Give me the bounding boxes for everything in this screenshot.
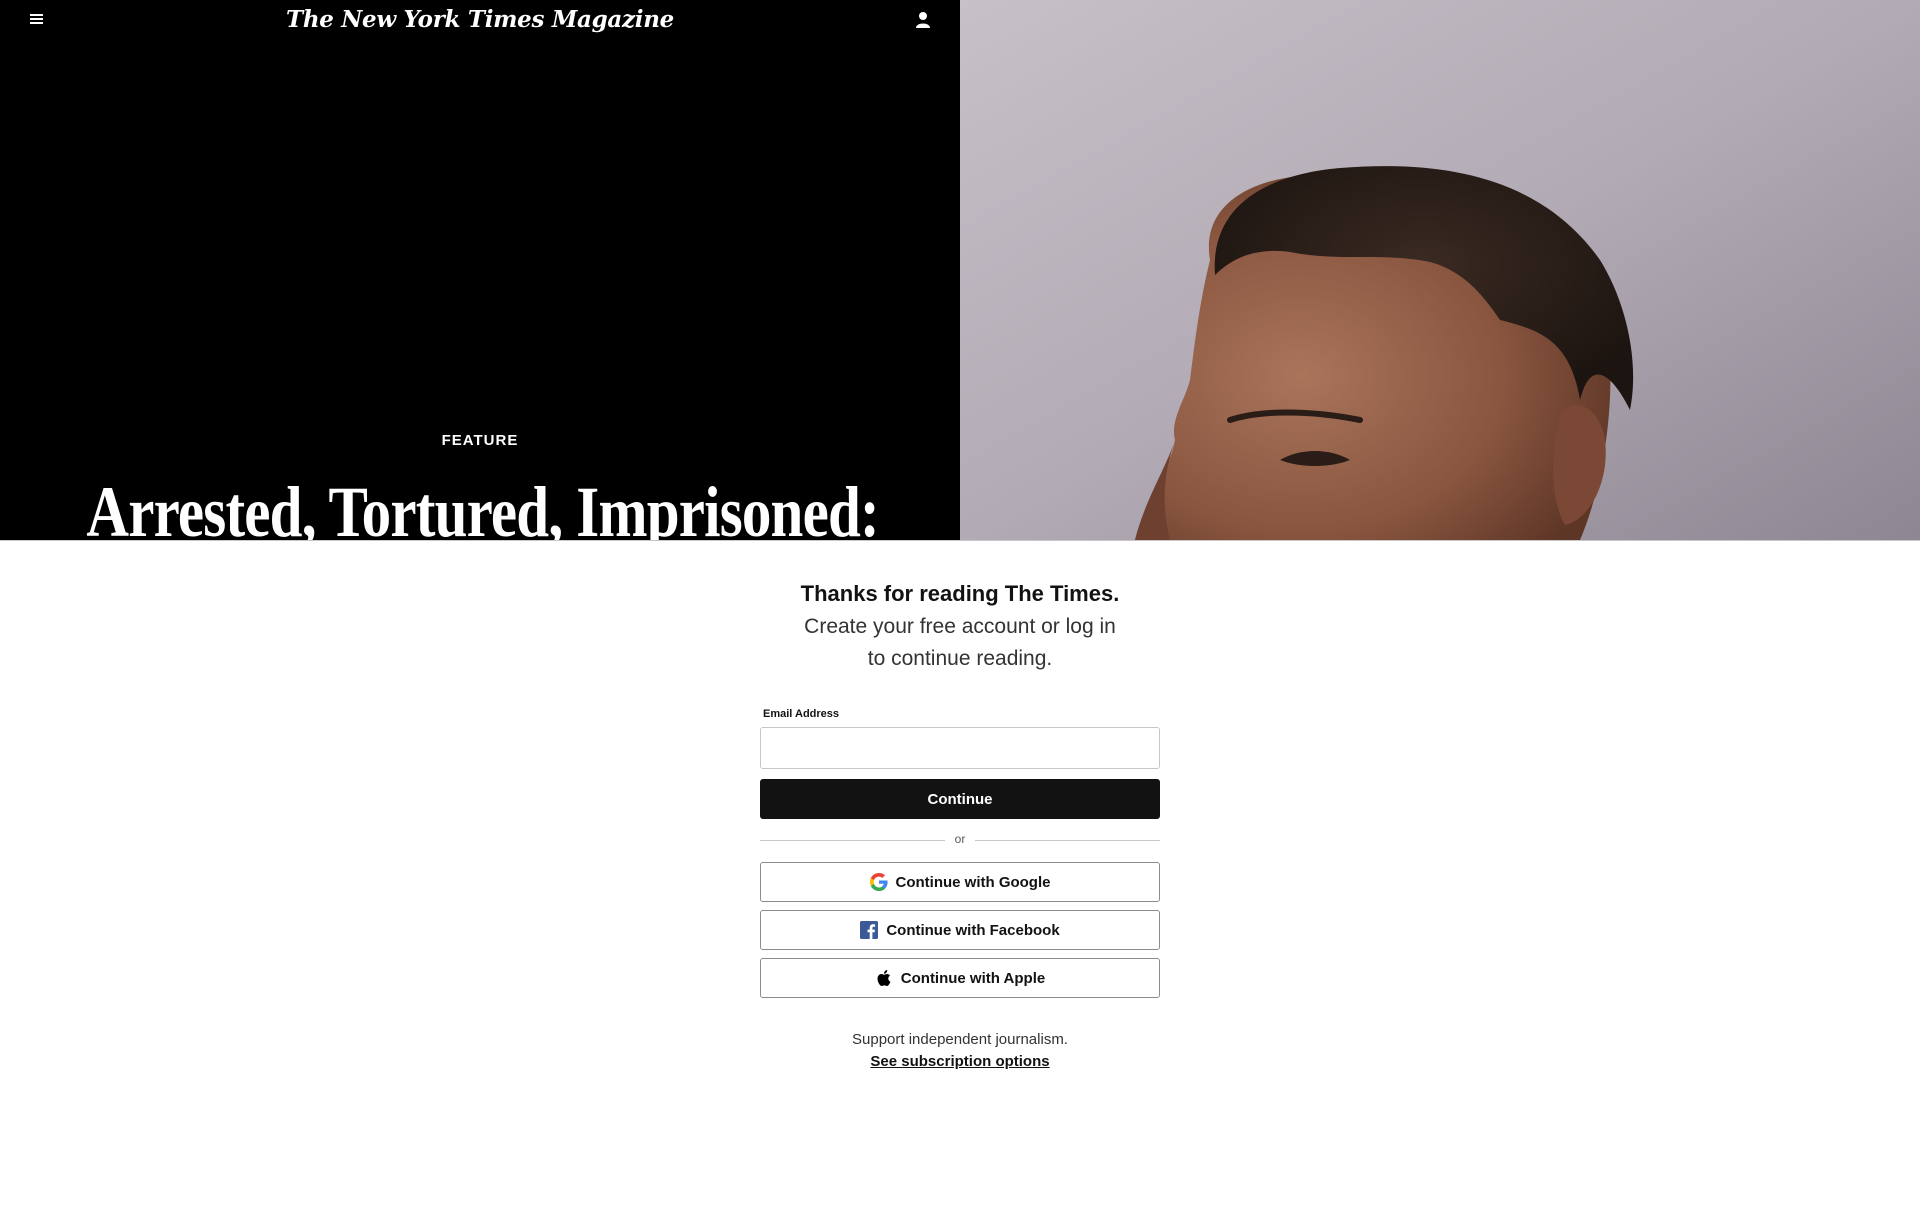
continue-with-facebook-button[interactable]: Continue with Facebook (760, 910, 1160, 950)
email-field[interactable] (760, 727, 1160, 769)
email-label: Email Address (763, 708, 840, 720)
gate-title: Thanks for reading The Times. (800, 581, 1120, 606)
registration-wall: Thanks for reading The Times. Create you… (0, 540, 1920, 1212)
continue-with-apple-button[interactable]: Continue with Apple (760, 958, 1160, 998)
google-icon (869, 873, 888, 891)
article-headline: Arrested, Tortured, Imprisoned: (86, 472, 879, 540)
continue-with-google-button[interactable]: Continue with Google (760, 862, 1160, 902)
subscription-options-link[interactable]: See subscription options (760, 1053, 1160, 1070)
gate-subtitle: Create your free account or log in to co… (804, 615, 1116, 670)
support-journalism-text: Support independent journalism. (852, 1031, 1068, 1048)
top-navigation-bar: The New York Times Magazine (0, 0, 960, 40)
divider-line-right (975, 840, 1160, 841)
article-kicker: FEATURE (441, 432, 519, 449)
user-account-icon[interactable] (914, 10, 932, 30)
facebook-icon (860, 921, 879, 939)
apple-icon (877, 970, 891, 986)
or-divider: or (760, 830, 1160, 850)
hero-text-panel: The New York Times Magazine FEATURE Arre… (0, 0, 960, 540)
or-label: or (954, 832, 966, 846)
google-button-label: Continue with Google (895, 873, 1051, 891)
apple-button-label: Continue with Apple (900, 969, 1046, 987)
masthead-logo[interactable]: The New York Times Magazine (0, 3, 960, 37)
portrait-photo (960, 0, 1920, 540)
facebook-button-label: Continue with Facebook (886, 921, 1060, 939)
article-hero: The New York Times Magazine FEATURE Arre… (0, 0, 1920, 540)
continue-button[interactable]: Continue (760, 779, 1160, 819)
hero-photo (960, 0, 1920, 540)
